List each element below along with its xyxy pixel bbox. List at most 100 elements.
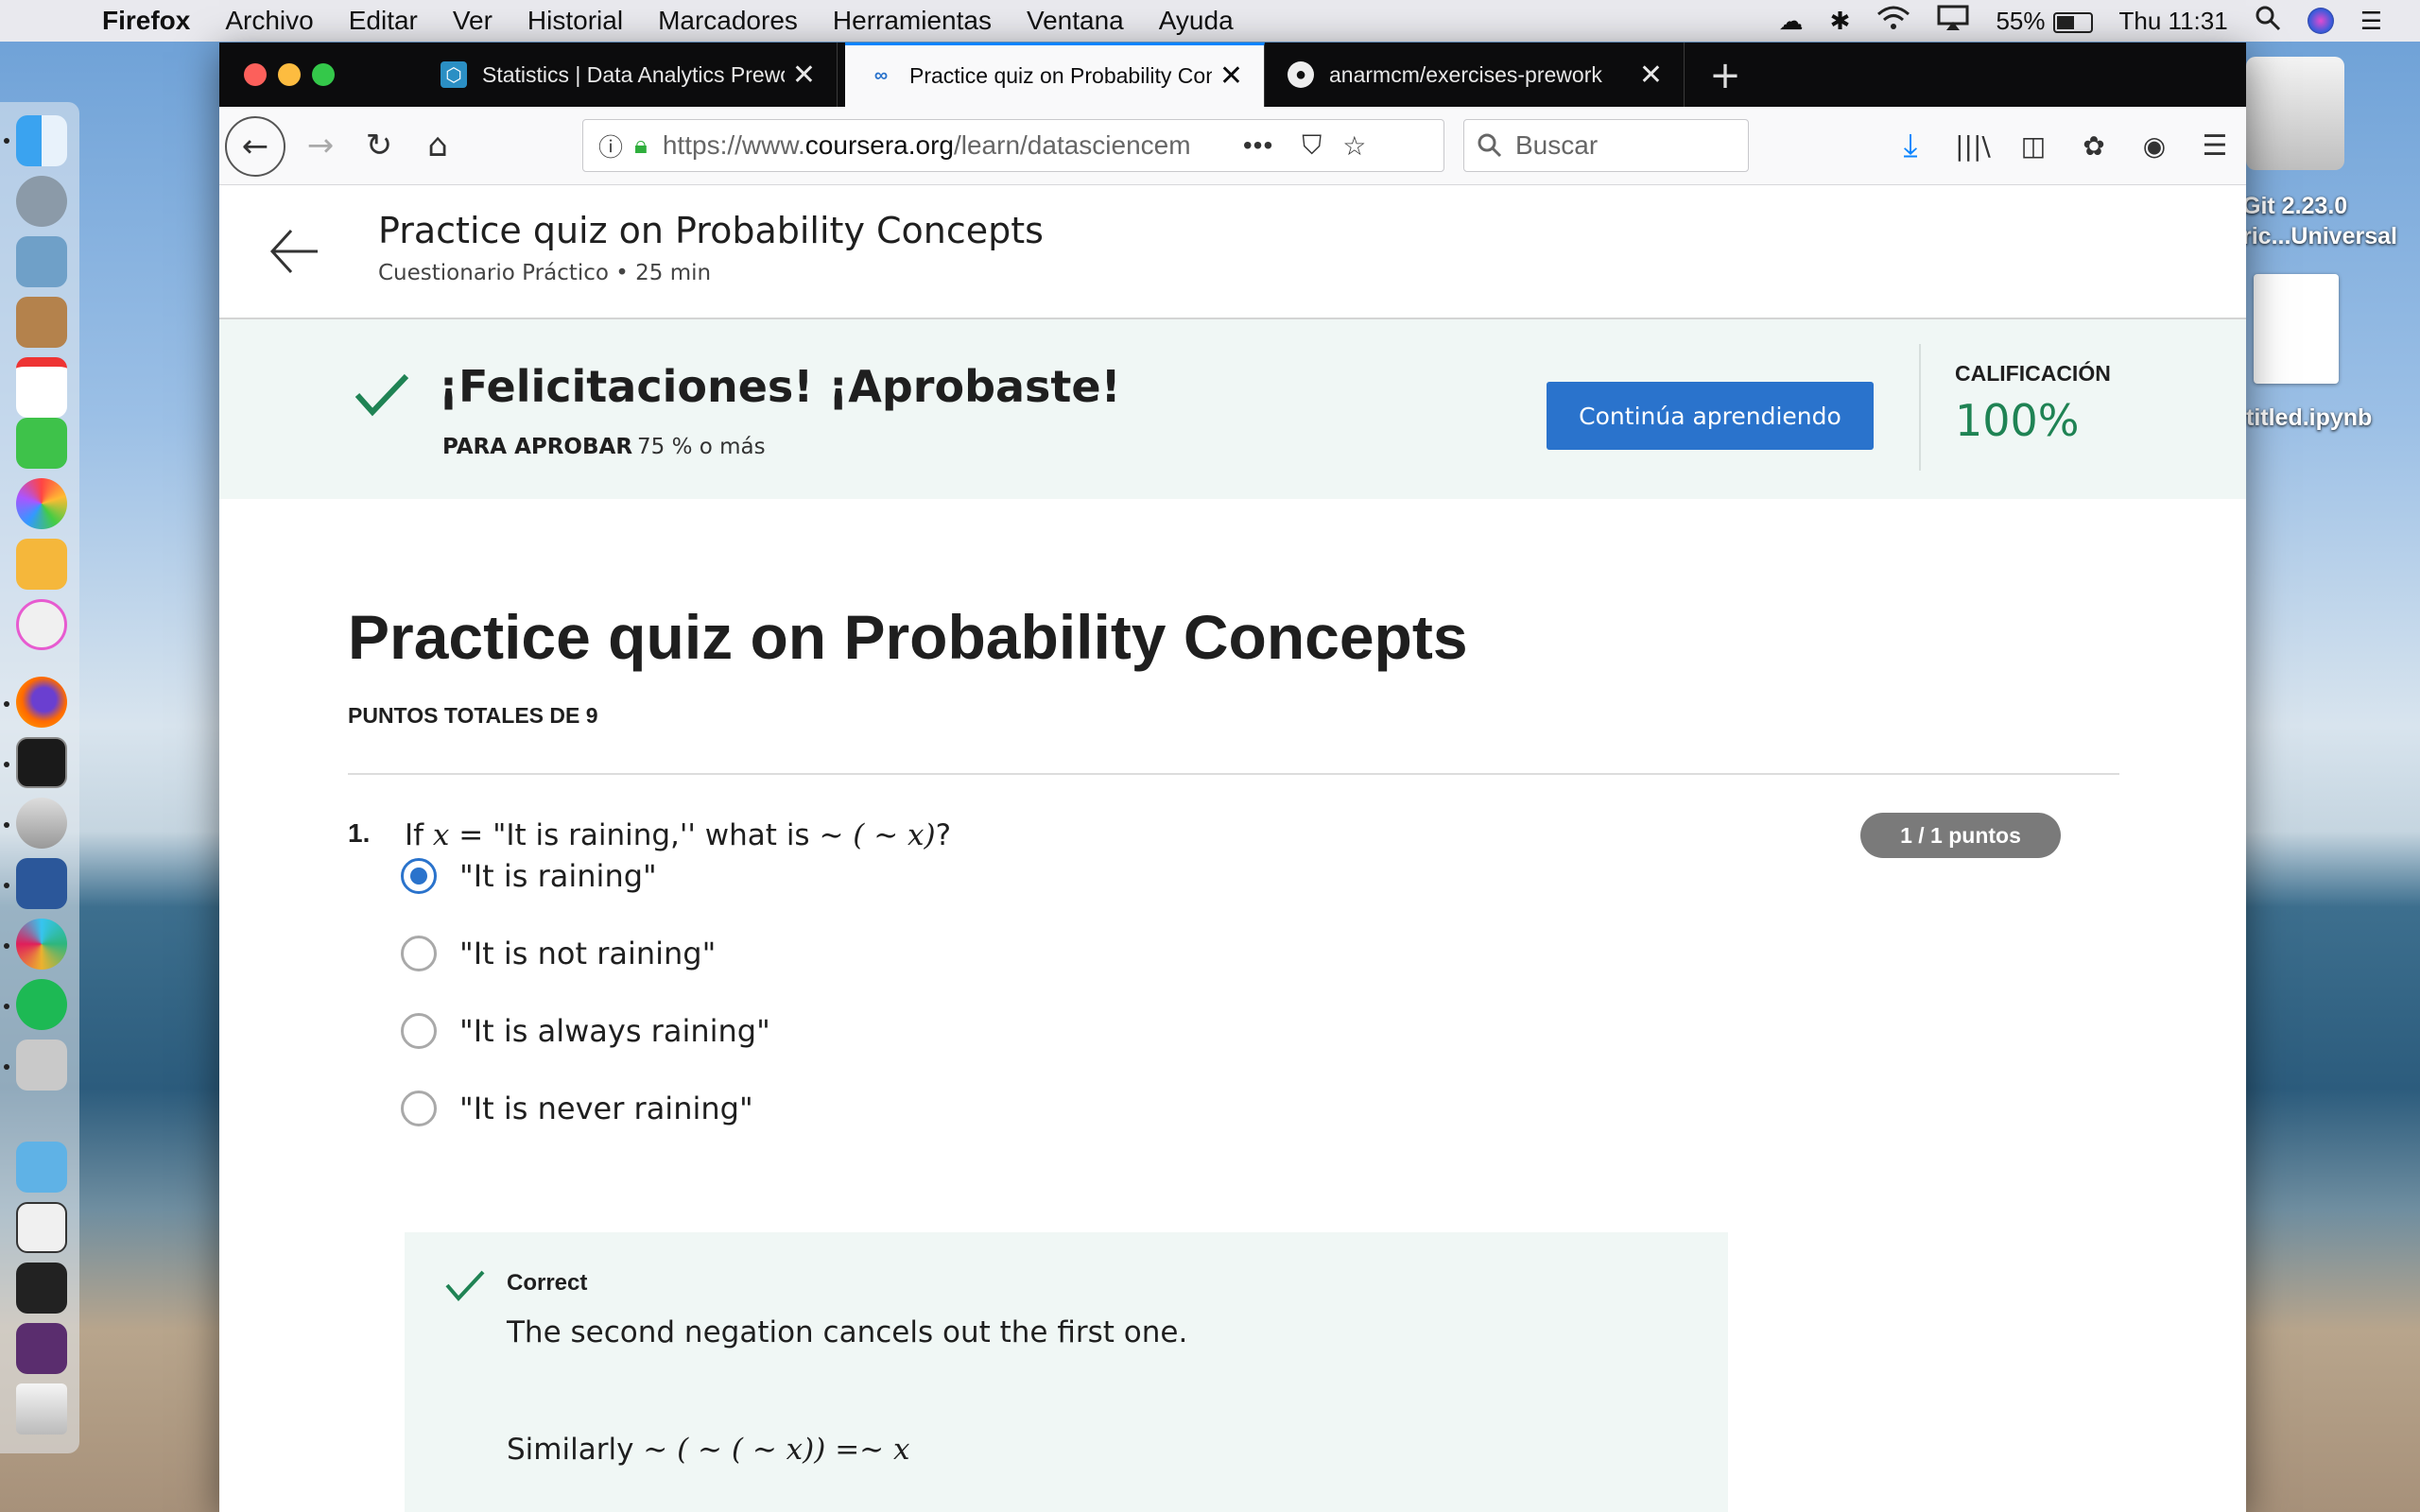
option-label: "It is never raining" [459, 1091, 753, 1126]
tab-github[interactable]: ● anarmcm/exercises-prework ✕ [1265, 43, 1685, 107]
facetime-icon[interactable] [16, 418, 67, 469]
tab-statistics[interactable]: ⬡ Statistics | Data Analytics Prework ✕ [418, 43, 838, 107]
to-pass-value: 75 % o más [637, 435, 766, 459]
menu-ayuda[interactable]: Ayuda [1159, 6, 1234, 36]
airplay-icon[interactable] [1937, 5, 1969, 38]
window-thumbnail-icon[interactable] [16, 1202, 67, 1253]
menu-marcadores[interactable]: Marcadores [658, 6, 798, 36]
pocket-icon[interactable]: ⛉ [1302, 130, 1322, 162]
sidebar-icon[interactable]: ◫ [2010, 122, 2057, 169]
calendar-icon[interactable] [16, 357, 67, 418]
navigation-toolbar: ← → ↻ ⌂ ⓘ 🔒︎ https://www.coursera.org/le… [219, 107, 2246, 185]
notification-center-icon[interactable]: ☰ [2360, 7, 2382, 36]
radio-unselected[interactable] [401, 1091, 437, 1126]
menu-historial[interactable]: Historial [527, 6, 623, 36]
keychain-icon[interactable] [16, 1040, 67, 1091]
menu-app-name[interactable]: Firefox [102, 6, 190, 36]
spotify-icon[interactable] [16, 979, 67, 1030]
tab-practice-quiz[interactable]: ∞ Practice quiz on Probability Concepts … [845, 43, 1265, 107]
tab-title: Statistics | Data Analytics Prework [482, 61, 785, 87]
back-arrow-icon[interactable] [267, 223, 323, 280]
home-button[interactable]: ⌂ [414, 122, 461, 169]
creative-cloud-icon[interactable]: ☁ [1779, 7, 1804, 36]
spotlight-search-icon[interactable] [2255, 5, 2281, 38]
wifi-icon[interactable] [1876, 5, 1910, 38]
close-window-button[interactable] [244, 63, 267, 86]
window-thumbnail-icon[interactable] [16, 1323, 67, 1374]
answer-option[interactable]: "It is not raining" [401, 930, 716, 977]
url-bar[interactable]: ⓘ 🔒︎ https://www.coursera.org/learn/data… [582, 119, 1444, 172]
search-placeholder: Buscar [1515, 130, 1599, 160]
disk-image-icon[interactable] [2246, 57, 2344, 170]
menu-ver[interactable]: Ver [453, 6, 493, 36]
close-tab-icon[interactable]: ✕ [1219, 60, 1243, 93]
menu-editar[interactable]: Editar [349, 6, 418, 36]
answer-option[interactable]: "It is raining" [401, 852, 657, 900]
header-subtitle: Cuestionario Práctico • 25 min [378, 261, 712, 285]
site-info-icon[interactable]: ⓘ [598, 129, 623, 163]
new-tab-button[interactable]: + [1702, 52, 1749, 99]
tab-title: Practice quiz on Probability Concepts [909, 63, 1212, 88]
menu-archivo[interactable]: Archivo [225, 6, 313, 36]
bluetooth-icon[interactable]: ✱ [1830, 7, 1851, 36]
launchpad-icon[interactable] [16, 176, 67, 227]
battery-percent: 55% [1996, 6, 2046, 35]
answer-option[interactable]: "It is always raining" [401, 1007, 770, 1055]
trash-icon[interactable] [16, 1383, 67, 1435]
preview-icon[interactable] [16, 236, 67, 287]
to-pass-label: PARA APROBAR [442, 435, 633, 459]
fullscreen-window-button[interactable] [312, 63, 335, 86]
library-icon[interactable]: |||\ [1949, 122, 1996, 169]
feedback-example: Similarly ∼ ( ∼ ( ∼ x)) =∼ x [507, 1433, 910, 1467]
forward-button[interactable]: → [297, 122, 344, 169]
photos-icon[interactable] [16, 478, 67, 529]
radio-unselected[interactable] [401, 1013, 437, 1049]
url-text[interactable]: https://www.coursera.org/learn/datascien… [663, 130, 1220, 161]
total-points: PUNTOS TOTALES DE 9 [348, 703, 598, 728]
checkmark-icon [354, 373, 409, 417]
radio-selected[interactable] [401, 858, 437, 894]
minimize-window-button[interactable] [278, 63, 301, 86]
header-title: Practice quiz on Probability Concepts [378, 210, 1044, 251]
word-icon[interactable] [16, 858, 67, 909]
downloads-icon[interactable]: ⤓ [1887, 122, 1934, 169]
slack-icon[interactable] [16, 919, 67, 970]
running-indicator [4, 701, 9, 707]
continue-learning-button[interactable]: Continúa aprendiendo [1547, 382, 1874, 450]
question-text: If x = "It is raining,'' what is ∼ ( ∼ x… [405, 818, 952, 852]
bookmark-star-icon[interactable]: ☆ [1342, 130, 1366, 162]
running-indicator [4, 822, 9, 828]
firefox-icon[interactable] [16, 677, 67, 728]
finder-icon[interactable] [16, 115, 67, 166]
pages-icon[interactable] [16, 539, 67, 590]
status-area: ☁ ✱ 55% Thu 11:31 ☰ [1779, 0, 2382, 42]
extension-icon[interactable]: ✿ [2070, 122, 2118, 169]
page-actions-icon[interactable]: ••• [1243, 130, 1273, 161]
question-number: 1. [348, 818, 371, 848]
radio-unselected[interactable] [401, 936, 437, 971]
siri-icon[interactable] [2307, 8, 2334, 34]
answer-option[interactable]: "It is never raining" [401, 1085, 753, 1132]
menu-ventana[interactable]: Ventana [1027, 6, 1124, 36]
macos-menubar: Firefox Archivo Editar Ver Historial Mar… [0, 0, 2420, 42]
close-tab-icon[interactable]: ✕ [1639, 59, 1663, 92]
window-thumbnail-icon[interactable] [16, 1263, 67, 1314]
reload-button[interactable]: ↻ [355, 122, 403, 169]
favicon-icon: ⬡ [441, 61, 467, 88]
close-tab-icon[interactable]: ✕ [792, 59, 816, 92]
search-bar[interactable]: Buscar [1463, 119, 1749, 172]
terminal-icon[interactable] [16, 737, 67, 788]
coursera-favicon-icon: ∞ [873, 65, 889, 86]
sql-app-icon[interactable] [16, 798, 67, 849]
grade-value: 100% [1955, 395, 2080, 446]
account-icon[interactable]: ◉ [2131, 122, 2178, 169]
document-file-icon[interactable] [2254, 274, 2339, 384]
hamburger-menu-icon[interactable]: ☰ [2191, 122, 2238, 169]
downloads-folder-icon[interactable] [16, 1142, 67, 1193]
itunes-icon[interactable] [16, 599, 67, 650]
menu-herramientas[interactable]: Herramientas [833, 6, 992, 36]
back-button[interactable]: ← [225, 116, 285, 177]
contacts-icon[interactable] [16, 297, 67, 348]
clock[interactable]: Thu 11:31 [2119, 7, 2228, 36]
battery-status[interactable]: 55% [1996, 6, 2093, 36]
